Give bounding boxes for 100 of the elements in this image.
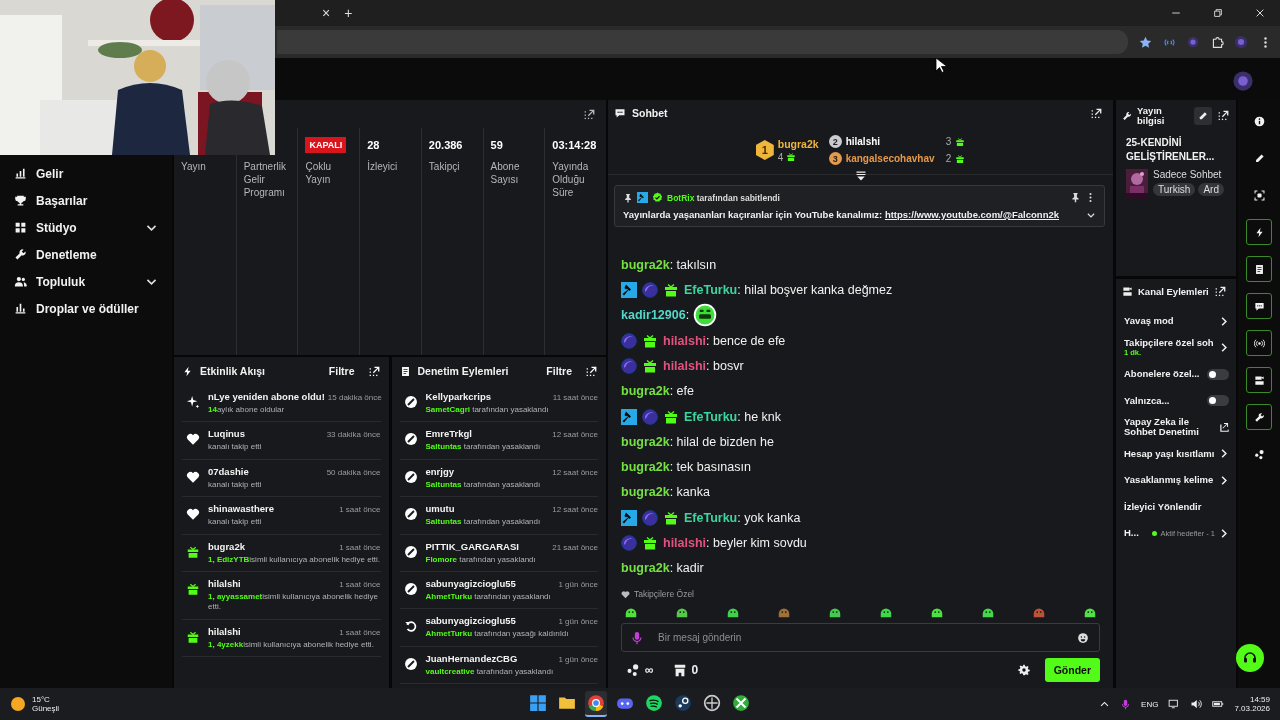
temperature: 15°C [32,695,50,704]
store-count: 0 [691,663,699,677]
moderation-detail: Saltuntas tarafından yasaklandı [425,479,542,491]
action-label[interactable]: İzleyici Yönlendir [1124,501,1229,512]
stat-label: Abone Sayısı [490,160,521,186]
action-label[interactable]: Takipçilere özel soh [1124,338,1215,349]
panel-title: Etkinlik Akışı [200,365,266,377]
close-tab-button[interactable]: × [322,5,331,21]
tag-chip[interactable]: Turkish [1153,182,1196,196]
message-box[interactable]: Bir mesaj gönderin [621,623,1100,652]
event-time: 11 saat önce [552,393,598,402]
rank-badge: 2 [828,135,842,148]
chat-message: bugra2k: kanka [621,485,710,500]
event-time: 12 saat önce [552,467,598,477]
moderation-detail: vaultcreative tarafından yasaklandı [425,666,555,678]
event-time: 1 saat önce [339,579,381,589]
moderated-user: Kellyparkcrips [425,391,492,402]
chat-message: EfeTurku: hilal boşver kanka değmez [684,283,893,298]
moderation-detail: Saltuntas tarafından yasaklandı [425,442,542,453]
pinned-message: Yayınlarda yaşananları kaçıranlar için YouTube kanalımız: https://www.youtube.com/@Falconn2k [623,209,1059,220]
action-label[interactable]: Yalnızca... [1124,395,1204,406]
moderated-user: sabunyagizcioglu55 [425,577,517,589]
rank-badge: 3 [828,152,842,165]
event-detail: kanalı takip etti [208,517,263,528]
send-button[interactable]: Gönder [1044,658,1100,682]
action-label[interactable]: Yavaş mod [1124,316,1215,327]
weather-condition: Güneşli [32,704,60,713]
action-label[interactable]: Abonelere özel... [1124,369,1204,380]
nav-item[interactable]: Droplar ve ödüller [0,297,172,320]
clock-time[interactable]: 14:59 [1249,695,1270,704]
status-badge: KAPALI [305,137,347,153]
moderated-user: JuanHernandezCBG [425,652,519,664]
event-detail: 14aylık abone oldular [208,405,286,416]
moderated-user: PITTIK_GARGARASI [425,540,520,552]
stat-label: İzleyici [367,160,399,173]
gift-count: 3 [945,136,952,147]
stat-value: 59 [490,139,503,151]
moderated-user: umutu [425,503,456,515]
gift-count: 4 [777,151,784,163]
youtube-link[interactable]: https://www.youtube.com/@Falconn2k [884,209,1059,220]
panel-title: Yayın bilgisi [1137,106,1166,126]
message-input[interactable]: Bir mesaj gönderin [656,631,1065,644]
moderation-detail: AhmetTurku tarafından yasaklandı [425,591,552,603]
tag-chip[interactable]: Ard [1198,182,1224,196]
nav-item[interactable]: Denetleme [0,243,172,266]
chat-message: bugra2k: hilal de bizden he [621,434,774,449]
moderation-detail: AhmetTurku tarafından yasağı kaldırıldı [425,629,570,640]
action-label[interactable]: H... [1124,528,1150,539]
moderated-user: sabunyagizcioglu55 [425,615,517,627]
nav-item[interactable]: Topluluk [0,270,172,293]
panel-title: Sohbet [632,107,669,119]
event-detail: 1, 4yzekkisimli kullanıcıya abonelik hediye etti. [208,639,375,651]
chat-message: bugra2k: efe [621,384,694,399]
nav-item[interactable]: Stüdyo [0,216,172,239]
category-name[interactable]: Sadece Sohbet [1153,168,1224,180]
event-time: 12 saat önce [552,430,598,440]
event-title: nLye yeniden abone oldu! [208,391,325,402]
event-title: hilalshi [208,577,242,589]
gifter-name[interactable]: kangalsecohavhav [845,153,942,164]
filter-button[interactable]: Filtre [328,365,355,377]
stat-label: Yayın [181,160,207,173]
event-detail: 1, ayyassametisimli kullanıcıya abonelik hediye etti. [208,591,379,613]
panel-title: Kanal Eylemleri [1138,286,1209,297]
event-time: 1 gün önce [558,617,598,627]
nav-item[interactable]: Başarılar [0,189,172,212]
emote-section-label: Takipçilere Özel [634,589,694,599]
event-title: hilalshi [208,625,242,637]
event-time: 12 saat önce [552,505,598,515]
rank-badge: 1 [755,140,774,160]
event-title: 07dashie [208,465,250,477]
chat-message: EfeTurku: he knk [684,409,782,424]
panel-title: Denetim Eylemleri [417,365,510,377]
filter-button[interactable]: Filtre [546,365,572,377]
points-balance: ∞ [645,663,654,677]
action-label[interactable]: Yapay Zeka ile Sohbet Denetimi [1124,417,1216,438]
pinned-by: BotRix tarafından sabitlendi [667,192,780,203]
action-label[interactable]: Yasaklanmış kelime [1124,475,1215,486]
event-time: 21 saat önce [552,542,598,552]
moderation-detail: Saltuntas tarafından yasaklandı [425,517,542,528]
action-label[interactable]: Hesap yaşı kısıtlamı [1124,448,1215,459]
new-tab-button[interactable]: + [344,5,353,21]
stat-label: Partnerlik Gelir Programı [243,160,287,199]
moderation-detail: SametCagri tarafından yasaklandı [425,405,550,416]
event-time: 1 saat önce [339,627,381,637]
chat-message: bugra2k: tek basınasın [621,460,751,475]
stat-label: Takipçi [428,160,461,173]
event-time: 1 gün önce [558,579,598,589]
event-time: 1 saat önce [339,542,381,552]
event-time: 1 gün önce [558,654,598,664]
gifter-name[interactable]: bugra2k [777,137,819,150]
stat-value: 03:14:28 [552,139,597,151]
language-indicator[interactable]: ENG [1141,699,1159,709]
event-title: bugra2k [208,540,246,552]
chat-message: hilalshi: bence de efe [663,333,786,348]
gifter-name[interactable]: hilalshi [845,136,942,147]
event-time: 1 saat önce [339,505,381,515]
event-title: Luqinus [208,428,246,440]
nav-item[interactable]: Gelir [0,162,172,185]
stat-label: Çoklu Yayın [305,160,332,186]
clock-date[interactable]: 7.03.2026 [1234,704,1270,713]
